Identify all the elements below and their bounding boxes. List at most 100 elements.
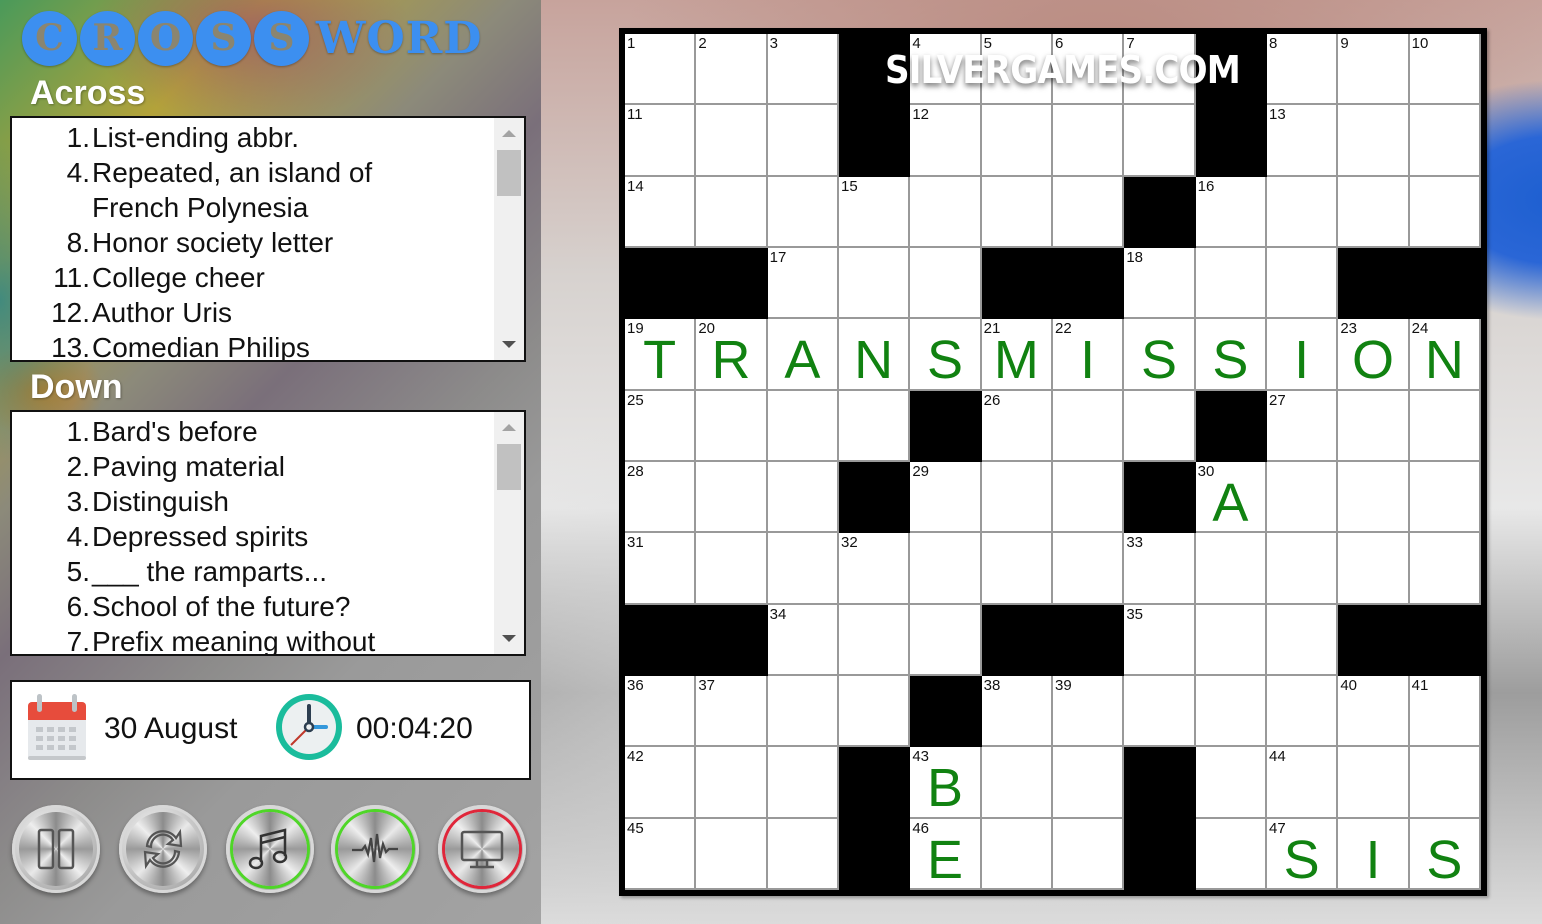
grid-cell[interactable]: 18 (1124, 248, 1196, 320)
grid-cell[interactable]: 42 (625, 747, 697, 819)
grid-cell[interactable]: 41 (1409, 676, 1481, 748)
grid-cell[interactable] (1338, 533, 1410, 605)
across-clue-item[interactable]: 4. Repeated, an island of (12, 155, 494, 190)
grid-cell[interactable] (981, 533, 1053, 605)
down-clue-item[interactable]: 5. ___ the ramparts... (12, 554, 494, 589)
grid-cell[interactable] (981, 747, 1053, 819)
grid-cell[interactable]: 5 (981, 34, 1053, 106)
grid-cell[interactable] (910, 248, 982, 320)
grid-cell[interactable] (1338, 390, 1410, 462)
grid-cell[interactable] (1124, 676, 1196, 748)
grid-cell[interactable] (1409, 747, 1481, 819)
music-toggle-button[interactable] (226, 805, 314, 893)
across-clue-item[interactable]: French Polynesia (12, 190, 494, 225)
grid-cell[interactable]: 10 (1409, 34, 1481, 106)
grid-cell[interactable]: 36 (625, 676, 697, 748)
grid-cell[interactable] (1195, 818, 1267, 890)
down-clue-item[interactable]: 3. Distinguish (12, 484, 494, 519)
grid-cell[interactable] (839, 676, 911, 748)
grid-cell[interactable]: 30 A (1195, 462, 1267, 534)
grid-cell[interactable] (767, 533, 839, 605)
grid-cell[interactable] (1267, 604, 1339, 676)
grid-cell[interactable] (696, 462, 768, 534)
grid-cell[interactable]: 44 (1267, 747, 1339, 819)
grid-cell[interactable]: 27 (1267, 390, 1339, 462)
grid-cell[interactable] (696, 176, 768, 248)
grid-cell[interactable]: 22 I (1053, 319, 1125, 391)
grid-cell[interactable]: 3 (767, 34, 839, 106)
grid-cell[interactable]: 33 (1124, 533, 1196, 605)
grid-cell[interactable]: 13 (1267, 105, 1339, 177)
grid-cell[interactable]: 43 B (910, 747, 982, 819)
grid-cell[interactable]: 45 (625, 818, 697, 890)
grid-cell[interactable] (910, 533, 982, 605)
grid-cell[interactable]: 20 R (696, 319, 768, 391)
grid-cell[interactable]: S (1124, 319, 1196, 391)
grid-cell[interactable] (1409, 462, 1481, 534)
grid-cell[interactable] (1195, 747, 1267, 819)
grid-cell[interactable]: 37 (696, 676, 768, 748)
grid-cell[interactable] (1267, 533, 1339, 605)
grid-cell[interactable] (839, 604, 911, 676)
grid-cell[interactable] (910, 176, 982, 248)
grid-cell[interactable] (1124, 390, 1196, 462)
grid-cell[interactable]: 39 (1053, 676, 1125, 748)
grid-cell[interactable] (981, 176, 1053, 248)
grid-cell[interactable] (767, 105, 839, 177)
grid-cell[interactable]: 40 (1338, 676, 1410, 748)
grid-cell[interactable] (981, 462, 1053, 534)
scroll-up-arrow-icon[interactable] (502, 424, 516, 431)
grid-cell[interactable]: 1 (625, 34, 697, 106)
grid-cell[interactable] (839, 248, 911, 320)
grid-cell[interactable] (767, 390, 839, 462)
grid-cell[interactable] (1267, 462, 1339, 534)
grid-cell[interactable] (767, 462, 839, 534)
grid-cell[interactable]: 47 S (1267, 818, 1339, 890)
down-scrollbar[interactable] (494, 412, 524, 654)
grid-cell[interactable]: 7 (1124, 34, 1196, 106)
grid-cell[interactable]: 29 (910, 462, 982, 534)
across-clue-item[interactable]: 11. College cheer (12, 260, 494, 295)
scroll-down-arrow-icon[interactable] (502, 635, 516, 642)
grid-cell[interactable]: 23 O (1338, 319, 1410, 391)
grid-cell[interactable]: 11 (625, 105, 697, 177)
grid-cell[interactable] (1053, 533, 1125, 605)
grid-cell[interactable]: S (910, 319, 982, 391)
down-clue-item[interactable]: 1. Bard's before (12, 414, 494, 449)
scroll-thumb[interactable] (497, 150, 521, 196)
grid-cell[interactable] (1195, 533, 1267, 605)
grid-cell[interactable] (696, 390, 768, 462)
grid-cell[interactable] (1409, 390, 1481, 462)
grid-cell[interactable] (767, 747, 839, 819)
grid-cell[interactable] (839, 390, 911, 462)
across-clue-item[interactable]: 12. Author Uris (12, 295, 494, 330)
grid-cell[interactable] (1338, 176, 1410, 248)
grid-cell[interactable] (1053, 390, 1125, 462)
sound-toggle-button[interactable] (331, 805, 419, 893)
grid-cell[interactable] (767, 176, 839, 248)
grid-cell[interactable] (981, 818, 1053, 890)
across-clue-list[interactable]: 1. List-ending abbr. 4. Repeated, an island… (10, 116, 526, 362)
fullscreen-toggle-button[interactable] (438, 805, 526, 893)
grid-cell[interactable] (696, 533, 768, 605)
grid-cell[interactable]: N (839, 319, 911, 391)
across-clue-item[interactable]: 8. Honor society letter (12, 225, 494, 260)
grid-cell[interactable]: 9 (1338, 34, 1410, 106)
across-clue-item[interactable]: 13. Comedian Philips (12, 330, 494, 360)
grid-cell[interactable]: 28 (625, 462, 697, 534)
grid-cell[interactable]: 4 (910, 34, 982, 106)
grid-cell[interactable] (1338, 105, 1410, 177)
grid-cell[interactable]: 21 M (981, 319, 1053, 391)
grid-cell[interactable]: 14 (625, 176, 697, 248)
down-clue-list[interactable]: 1. Bard's before 2. Paving material 3. Distin… (10, 410, 526, 656)
grid-cell[interactable] (1267, 676, 1339, 748)
across-scrollbar[interactable] (494, 118, 524, 360)
grid-cell[interactable]: 16 (1195, 176, 1267, 248)
grid-cell[interactable]: 46 E (910, 818, 982, 890)
grid-cell[interactable] (1124, 105, 1196, 177)
grid-cell[interactable]: 12 (910, 105, 982, 177)
grid-cell[interactable] (1195, 248, 1267, 320)
grid-cell[interactable] (1338, 462, 1410, 534)
across-clue-item[interactable]: 1. List-ending abbr. (12, 120, 494, 155)
down-clue-item[interactable]: 4. Depressed spirits (12, 519, 494, 554)
